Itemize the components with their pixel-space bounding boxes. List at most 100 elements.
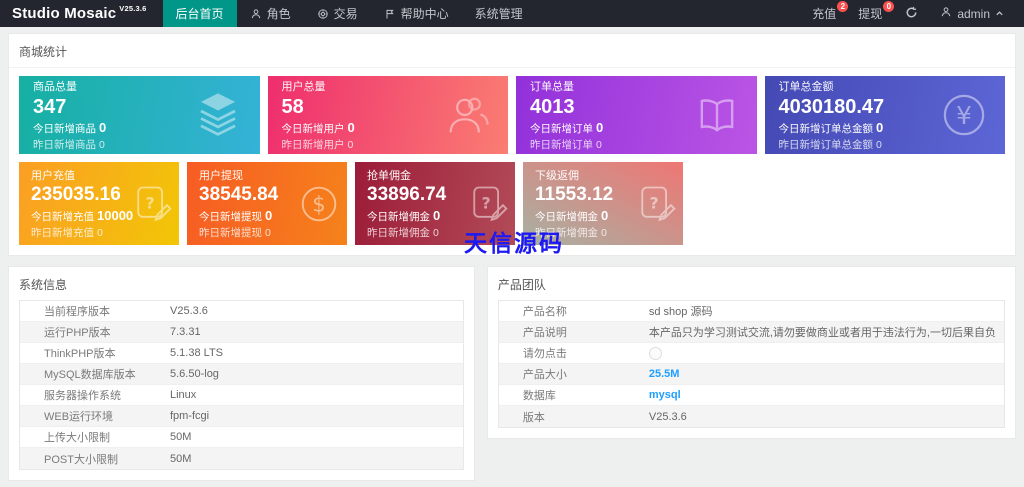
system-info-panel: 系统信息 当前程序版本 V25.3.6 运行PHP版本 7.3.31 ThinkPH…	[8, 266, 475, 481]
user-icon	[250, 8, 262, 20]
table-row: ThinkPHP版本 5.1.38 LTS	[20, 343, 463, 364]
book-icon	[691, 93, 743, 137]
yen-circle-icon: ¥	[937, 88, 991, 142]
table-row: WEB运行环境 fpm-fcgi	[20, 406, 463, 427]
stat-card-recharge: 用户充值 235035.16 今日新增充值 10000 昨日新增充值 0 ?	[19, 162, 179, 245]
row-value: Linux	[170, 389, 197, 401]
row-label: 服务器操作系统	[44, 390, 121, 402]
nav-item-roles[interactable]: 角色	[237, 0, 304, 27]
edit-doc-icon: ?	[634, 182, 678, 226]
row-value: 5.1.38 LTS	[170, 347, 223, 359]
withdraw-badge: 0	[883, 1, 895, 12]
table-row: 产品名称 sd shop 源码	[498, 301, 1004, 322]
nav-item-trade[interactable]: 交易	[304, 0, 371, 27]
row-value	[648, 346, 1004, 360]
recharge-label: 充值	[812, 7, 837, 21]
row-value: fpm-fcgi	[170, 410, 210, 422]
nav-item-label: 后台首页	[175, 7, 224, 21]
coin-icon	[317, 8, 329, 20]
database-link[interactable]: mysql	[649, 389, 1004, 401]
stat-card-orders: 订单总量 4013 今日新增订单 0 昨日新增订单 0	[516, 76, 757, 154]
recharge-nav-item[interactable]: 充值 2	[801, 0, 849, 27]
svg-text:$: $	[312, 191, 325, 216]
main-menu: 后台首页 角色 交易 帮助中心 系统管理	[162, 0, 536, 27]
chevron-up-icon	[995, 7, 1004, 21]
stat-card-withdraw: 用户提现 38545.84 今日新增提现 0 昨日新增提现 0 $	[187, 162, 347, 245]
system-info-table: 当前程序版本 V25.3.6 运行PHP版本 7.3.31 ThinkPHP版本 5.…	[19, 300, 464, 470]
nav-item-label: 角色	[266, 7, 291, 21]
row-label: 上传大小限制	[44, 432, 110, 444]
row-label: 产品名称	[522, 306, 567, 318]
layers-icon	[190, 90, 246, 140]
app-version: V25.3.6	[119, 4, 147, 13]
refresh-icon	[905, 6, 918, 22]
withdraw-label: 提现	[858, 7, 883, 21]
row-label: ThinkPHP版本	[44, 348, 116, 360]
card-yesterday: 昨日新增商品 0	[33, 138, 105, 151]
user-icon	[940, 6, 952, 21]
table-row: 请勿点击	[498, 343, 1004, 364]
row-label: 运行PHP版本	[44, 327, 111, 339]
refresh-button[interactable]	[893, 0, 930, 27]
nav-item-label: 交易	[333, 7, 358, 21]
row-label: 产品说明	[522, 327, 567, 339]
nav-item-help-center[interactable]: 帮助中心	[371, 0, 462, 27]
svg-text:?: ?	[650, 194, 659, 212]
row-value: 50M	[170, 452, 192, 465]
stats-row-1: 商品总量 347 今日新增商品 0 昨日新增商品 0 用户总量 58 今日新增用户 0…	[9, 76, 1015, 154]
nav-item-label: 帮助中心	[400, 7, 449, 21]
row-value: sd shop 源码	[648, 306, 713, 318]
row-value: V25.3.6	[648, 410, 687, 423]
username: admin	[957, 6, 990, 21]
row-value: 7.3.31	[170, 326, 201, 338]
app-title: Studio Mosaic	[12, 5, 117, 22]
table-row: 产品大小 25.5M	[498, 364, 1004, 385]
flag-icon	[384, 8, 396, 20]
row-label: MySQL数据库版本	[44, 369, 136, 381]
product-team-panel: 产品团队 产品名称 sd shop 源码 产品说明 本产品只为学习测试交流,请勿要做…	[486, 266, 1016, 439]
stats-panel-title: 商城统计	[9, 34, 1015, 68]
table-row: 上传大小限制 50M	[20, 427, 463, 448]
table-row: 当前程序版本 V25.3.6	[20, 301, 463, 322]
row-value: 5.6.50-log	[170, 368, 219, 380]
withdraw-nav-item[interactable]: 提现 0	[847, 0, 895, 27]
row-label: 请勿点击	[522, 348, 567, 360]
row-label: 数据库	[522, 390, 556, 402]
table-row: MySQL数据库版本 5.6.50-log	[20, 364, 463, 385]
nav-item-home[interactable]: 后台首页	[162, 0, 237, 27]
dollar-circle-icon: $	[296, 181, 342, 227]
edit-doc-icon: ?	[130, 182, 174, 226]
row-label: WEB运行环境	[44, 411, 114, 423]
nav-item-system[interactable]: 系统管理	[462, 0, 536, 27]
navbar-right: 充值 2 提现 0 admin	[801, 0, 1024, 27]
system-info-title: 系统信息	[19, 278, 68, 292]
stat-card-users: 用户总量 58 今日新增用户 0 昨日新增用户 0	[267, 76, 508, 154]
do-not-click-button[interactable]	[648, 346, 662, 360]
svg-text:?: ?	[146, 194, 155, 212]
card-yesterday: 昨日新增订单 0	[530, 138, 602, 151]
row-label: POST大小限制	[44, 453, 118, 466]
table-row: 服务器操作系统 Linux	[20, 385, 463, 406]
users-icon	[442, 89, 494, 141]
watermark: 天信源码	[464, 230, 564, 256]
card-label: 订单总量	[530, 81, 574, 94]
row-value: 50M	[170, 431, 192, 443]
bottom-panels: 系统信息 当前程序版本 V25.3.6 运行PHP版本 7.3.31 ThinkPH…	[8, 266, 1016, 481]
row-value: V25.3.6	[170, 305, 208, 317]
stats-panel: 商城统计 商品总量 347 今日新增商品 0 昨日新增商品 0 用户总量 58 今日…	[8, 33, 1016, 256]
row-label: 版本	[522, 411, 545, 424]
table-row: 版本 V25.3.6	[498, 406, 1004, 427]
row-label: 当前程序版本	[44, 306, 110, 318]
app-logo: Studio Mosaic V25.3.6	[0, 0, 163, 27]
table-row: 数据库 mysql	[498, 385, 1004, 406]
table-row: POST大小限制 50M	[20, 448, 463, 469]
product-size-link[interactable]: 25.5M	[649, 368, 1004, 380]
card-yesterday: 昨日新增提现 0	[199, 226, 271, 239]
row-value: 本产品只为学习测试交流,请勿要做商业或者用于违法行为,一切后果自负	[648, 327, 996, 339]
product-team-table: 产品名称 sd shop 源码 产品说明 本产品只为学习测试交流,请勿要做商业或者用…	[497, 300, 1005, 428]
user-menu[interactable]: admin	[930, 0, 1018, 27]
table-row: 运行PHP版本 7.3.31	[20, 322, 463, 343]
svg-text:?: ?	[482, 194, 491, 212]
edit-doc-icon: ?	[466, 182, 510, 226]
product-team-title: 产品团队	[497, 278, 546, 292]
